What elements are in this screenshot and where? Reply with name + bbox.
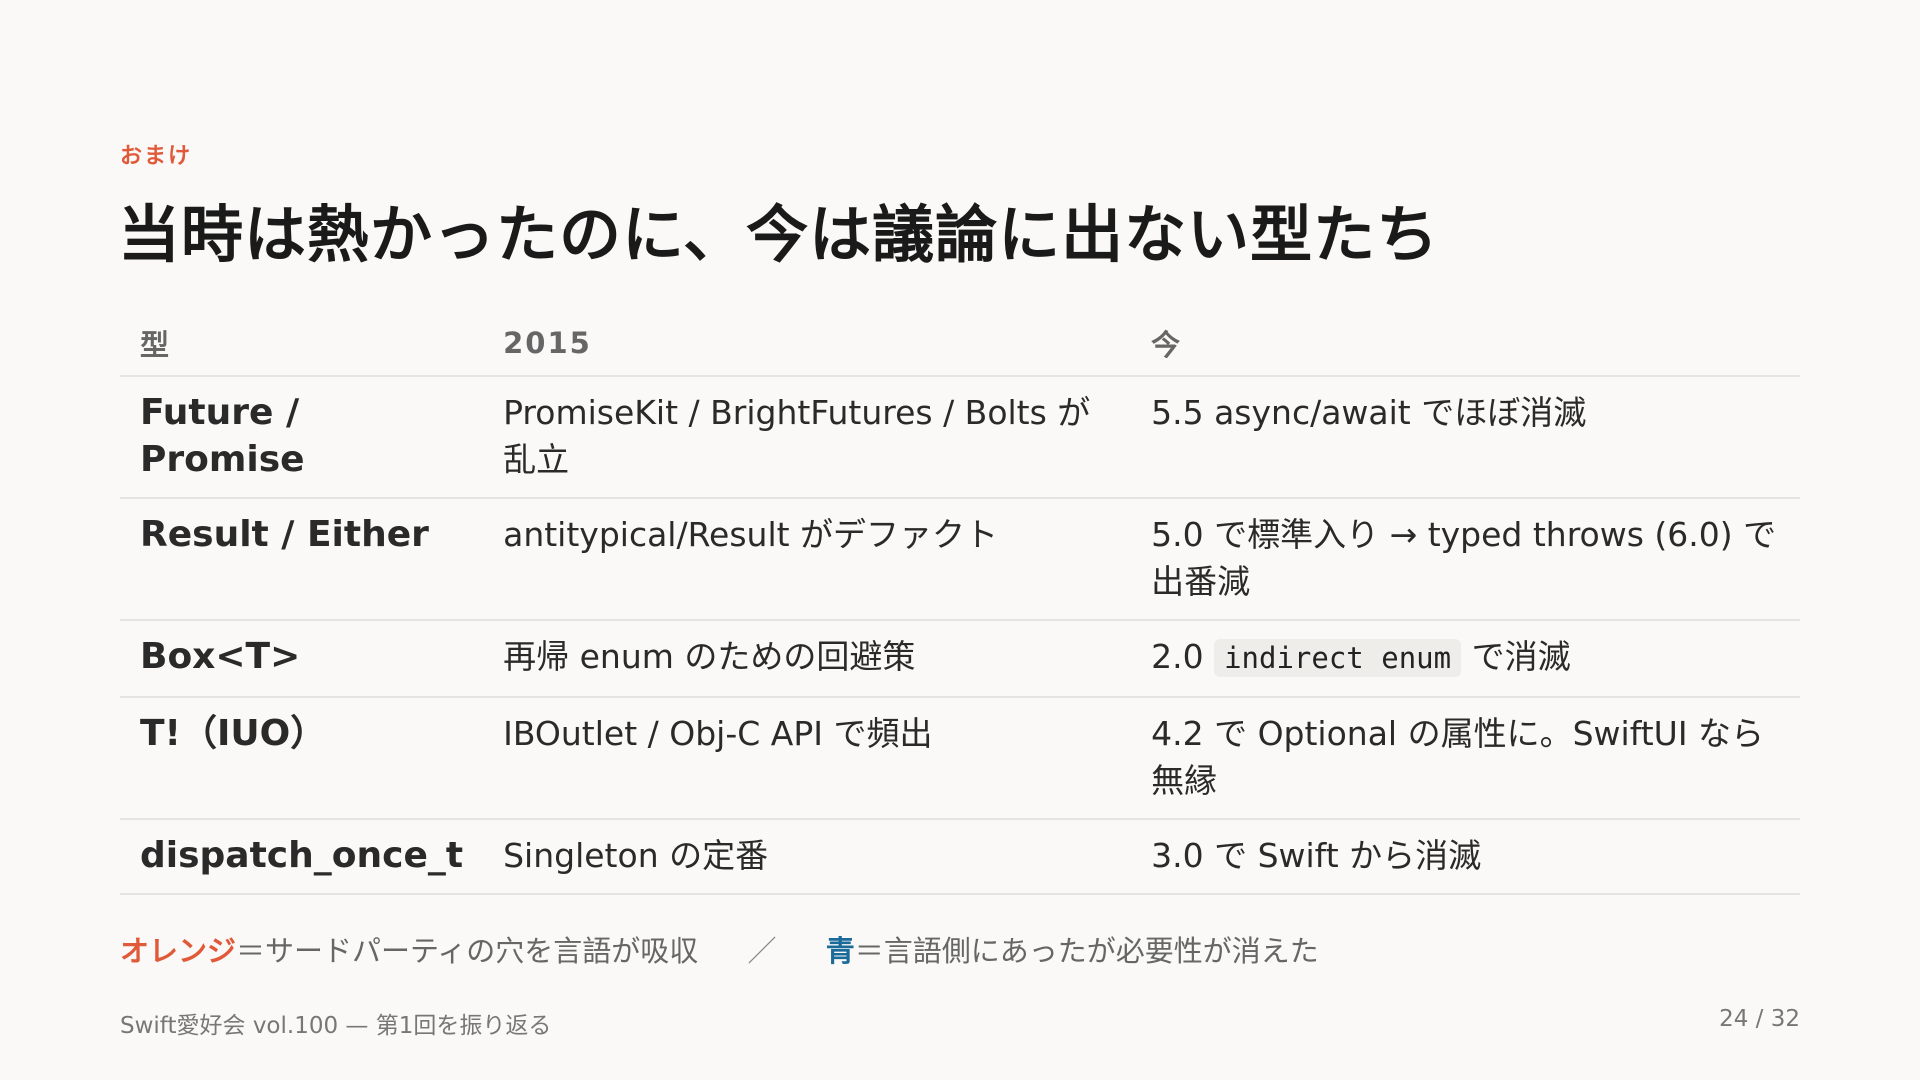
cell-2015: IBOutlet / Obj-C API で頻出 — [483, 697, 1132, 820]
type-cell: T!（IUO） — [120, 697, 484, 820]
cell-2015: 再帰 enum のための回避策 — [483, 620, 1132, 698]
legend-orange-key: オレンジ — [120, 934, 237, 968]
type-cell: Box<T> — [120, 620, 484, 698]
type-cell: Result / Either — [120, 498, 484, 621]
cell-2015: Singleton の定番 — [483, 819, 1132, 895]
table-row: T!（IUO） IBOutlet / Obj-C API で頻出 4.2 で O… — [120, 697, 1800, 820]
eyebrow-label: おまけ — [120, 144, 193, 169]
slide-title: 当時は熱かったのに、今は議論に出ない型たち — [118, 198, 1440, 271]
table-row: Future / Promise PromiseKit / BrightFutu… — [120, 376, 1800, 499]
header-type: 型 — [120, 310, 484, 377]
legend-orange-text: ＝サードパーティの穴を言語が吸収 — [236, 934, 699, 968]
header-2015: 2015 — [483, 310, 1132, 377]
page-number: 24 / 32 — [1719, 1006, 1800, 1032]
legend-blue-key: 青 — [825, 934, 855, 968]
now-prefix: 2.0 — [1151, 637, 1204, 676]
table-row: Result / Either antitypical/Result がデファク… — [120, 498, 1800, 621]
table-row: Box<T> 再帰 enum のための回避策 2.0 indirect enum… — [120, 620, 1800, 698]
cell-now: 5.0 で標準入り → typed throws (6.0) で出番減 — [1131, 498, 1800, 621]
color-legend: オレンジ＝サードパーティの穴を言語が吸収 ／ 青＝言語側にあったが必要性が消えた — [120, 928, 1319, 970]
legend-blue-text: ＝言語側にあったが必要性が消えた — [854, 934, 1319, 968]
type-cell: dispatch_once_t — [120, 819, 484, 895]
inline-code: indirect enum — [1214, 639, 1462, 677]
now-suffix: で消滅 — [1471, 637, 1571, 676]
slide: おまけ 当時は熱かったのに、今は議論に出ない型たち 型 2015 今 Futur… — [0, 0, 1920, 1080]
cell-now: 4.2 で Optional の属性に。SwiftUI なら無縁 — [1131, 697, 1800, 820]
footer-title: Swift愛好会 vol.100 — 第1回を振り返る — [120, 1013, 552, 1039]
header-now: 今 — [1131, 310, 1800, 377]
table-header-row: 型 2015 今 — [120, 310, 1800, 377]
cell-2015: PromiseKit / BrightFutures / Bolts が乱立 — [483, 376, 1132, 499]
cell-now: 5.5 async/await でほぼ消滅 — [1131, 376, 1800, 499]
type-cell: Future / Promise — [120, 376, 484, 499]
legend-separator: ／ — [747, 934, 777, 968]
cell-now: 2.0 indirect enum で消滅 — [1131, 620, 1800, 698]
cell-2015: antitypical/Result がデファクト — [483, 498, 1132, 621]
types-table: 型 2015 今 Future / Promise PromiseKit / B… — [120, 310, 1800, 895]
table-row: dispatch_once_t Singleton の定番 3.0 で Swif… — [120, 819, 1800, 895]
cell-now: 3.0 で Swift から消滅 — [1131, 819, 1800, 895]
